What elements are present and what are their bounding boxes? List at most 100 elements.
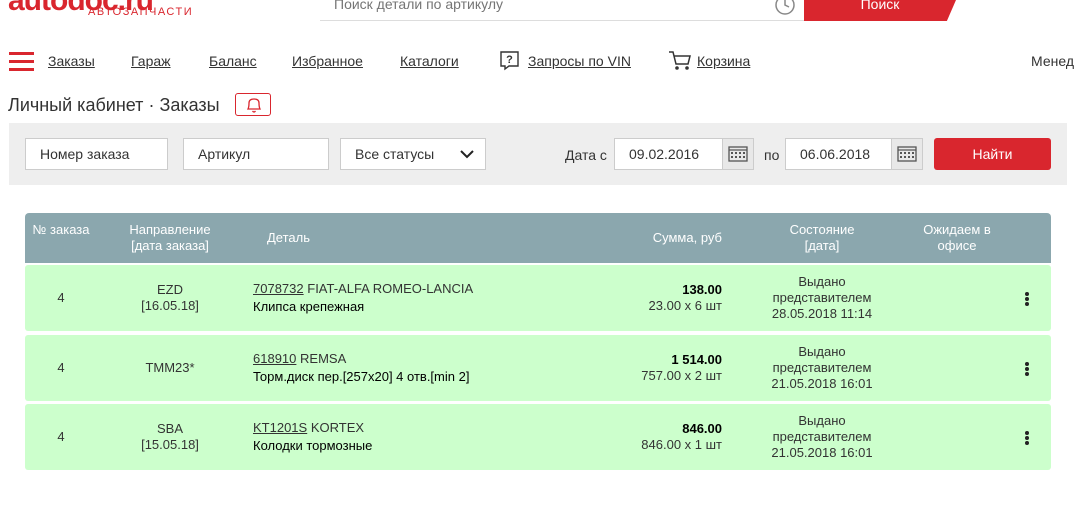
direction-code: SBA: [156, 421, 183, 436]
order-direction: SBA [15.05.18]: [115, 421, 225, 453]
header-sum: Сумма, руб: [652, 230, 722, 245]
header-state-label: Состояние: [789, 222, 855, 237]
order-detail: 618910 REMSA Торм.диск пер.[257x20] 4 от…: [253, 350, 469, 386]
date-to-input[interactable]: 06.06.2018: [785, 138, 895, 170]
question-bubble-icon: ?: [500, 51, 519, 71]
order-date: [15.05.18]: [141, 437, 199, 452]
date-from-label: Дата с: [565, 147, 607, 163]
more-options-icon[interactable]: [1025, 362, 1031, 376]
order-number-input[interactable]: Номер заказа: [25, 138, 168, 170]
order-direction: EZD [16.05.18]: [115, 282, 225, 314]
header-direction-label: Направление: [129, 222, 211, 237]
order-detail: 7078732 FIAT-ALFA ROMEO-LANCIA Клипса кр…: [253, 280, 473, 316]
page-title: Заказы: [159, 95, 220, 115]
sum-total: 1 514.00: [671, 352, 722, 367]
breadcrumb: Личный кабинет · Заказы: [8, 95, 220, 116]
order-number: 4: [57, 360, 65, 375]
find-button[interactable]: Найти: [934, 138, 1051, 170]
header-number: № заказа: [32, 222, 90, 237]
chevron-down-icon: [460, 150, 474, 159]
calendar-icon: [897, 146, 917, 162]
sum-detail: 757.00 x 2 шт: [641, 368, 722, 383]
table-header: № заказа Направление [дата заказа] Детал…: [25, 213, 1051, 263]
cart-icon: [669, 51, 691, 70]
bell-icon: [246, 98, 262, 113]
nav-favorites[interactable]: Избранное: [292, 53, 363, 69]
status-line2: представителем: [772, 429, 872, 444]
filter-panel: Номер заказа Артикул Все статусы Дата с …: [9, 123, 1067, 185]
order-date: [16.05.18]: [141, 298, 199, 313]
direction-code: TMM23*: [145, 360, 195, 375]
date-from-input[interactable]: 09.02.2016: [614, 138, 724, 170]
status-select-value: Все статусы: [355, 146, 435, 162]
nav-cart[interactable]: Корзина: [697, 53, 750, 69]
order-number: 4: [57, 429, 65, 444]
logo-subtitle: АВТОЗАПЧАСТИ: [88, 6, 194, 18]
calendar-icon: [728, 146, 748, 162]
article-link[interactable]: KT1201S: [253, 420, 307, 435]
date-to-label: по: [764, 147, 780, 163]
order-sum: 846.00 846.00 x 1 шт: [641, 421, 722, 453]
history-icon[interactable]: [774, 0, 796, 16]
orders-table: № заказа Направление [дата заказа] Детал…: [9, 195, 1067, 508]
header-direction-sub: [дата заказа]: [131, 238, 209, 253]
nav-balance[interactable]: Баланс: [209, 53, 257, 69]
table-row[interactable]: 4 SBA [15.05.18] KT1201S KORTEX Колодки …: [25, 404, 1051, 470]
status-text: Выдано: [798, 344, 846, 359]
order-status: Выдано представителем 21.05.2018 16:01: [747, 344, 897, 392]
article-link[interactable]: 7078732: [253, 281, 304, 296]
article-link[interactable]: 618910: [253, 351, 296, 366]
sum-detail: 846.00 x 1 шт: [641, 437, 722, 452]
more-options-icon[interactable]: [1025, 431, 1031, 445]
status-date: 21.05.2018 16:01: [771, 376, 873, 391]
detail-name: Торм.диск пер.[257x20] 4 отв.[min 2]: [253, 369, 470, 384]
breadcrumb-separator: ·: [148, 95, 155, 115]
status-line2: представителем: [772, 290, 872, 305]
sum-detail: 23.00 x 6 шт: [648, 298, 722, 313]
table-row[interactable]: 4 TMM23* 618910 REMSA Торм.диск пер.[257…: [25, 335, 1051, 401]
header-direction: Направление [дата заказа]: [115, 222, 225, 254]
direction-code: EZD: [157, 282, 183, 297]
search-button-label: Поиск: [860, 0, 900, 12]
search-input[interactable]: [334, 0, 754, 14]
manager-link[interactable]: Менед: [1031, 53, 1074, 69]
status-select[interactable]: Все статусы: [340, 138, 486, 170]
date-from-calendar-button[interactable]: [722, 138, 754, 170]
menu-icon[interactable]: [9, 52, 34, 72]
order-direction: TMM23*: [115, 360, 225, 376]
status-line2: представителем: [772, 360, 872, 375]
order-sum: 138.00 23.00 x 6 шт: [649, 282, 722, 314]
status-date: 28.05.2018 11:14: [771, 306, 873, 321]
brand: FIAT-ALFA ROMEO-LANCIA: [307, 281, 474, 296]
nav-vin-requests[interactable]: Запросы по VIN: [528, 53, 631, 69]
sum-total: 846.00: [682, 421, 722, 436]
more-options-icon[interactable]: [1025, 292, 1031, 306]
status-text: Выдано: [798, 413, 846, 428]
breadcrumb-root[interactable]: Личный кабинет: [8, 95, 143, 115]
sum-total: 138.00: [682, 282, 722, 297]
brand: KORTEX: [310, 420, 365, 435]
brand: REMSA: [300, 351, 347, 366]
logo[interactable]: autodoc.ru АВТОЗАПЧАСТИ: [0, 0, 220, 18]
table-row[interactable]: 4 EZD [16.05.18] 7078732 FIAT-ALFA ROMEO…: [25, 265, 1051, 331]
status-text: Выдано: [798, 274, 846, 289]
search-box: [320, 0, 804, 21]
nav-orders[interactable]: Заказы: [48, 53, 95, 69]
article-input[interactable]: Артикул: [183, 138, 329, 170]
detail-name: Колодки тормозные: [253, 438, 373, 453]
header-detail: Деталь: [267, 230, 310, 245]
order-number: 4: [57, 290, 65, 305]
notifications-button[interactable]: [235, 93, 271, 116]
nav-catalogs[interactable]: Каталоги: [400, 53, 459, 69]
svg-text:?: ?: [506, 54, 513, 66]
detail-name: Клипса крепежная: [253, 299, 365, 314]
header-office: Ожидаем в офисе: [923, 222, 991, 253]
header-state: Состояние [дата]: [747, 222, 897, 254]
date-to-calendar-button[interactable]: [891, 138, 923, 170]
order-status: Выдано представителем 21.05.2018 16:01: [747, 413, 897, 461]
header-state-sub: [дата]: [804, 238, 840, 253]
nav-garage[interactable]: Гараж: [131, 53, 171, 69]
search-button[interactable]: Поиск: [804, 0, 956, 21]
main-nav: Заказы Гараж Баланс Избранное Каталоги ?…: [0, 48, 1076, 76]
status-date: 21.05.2018 16:01: [771, 445, 873, 460]
